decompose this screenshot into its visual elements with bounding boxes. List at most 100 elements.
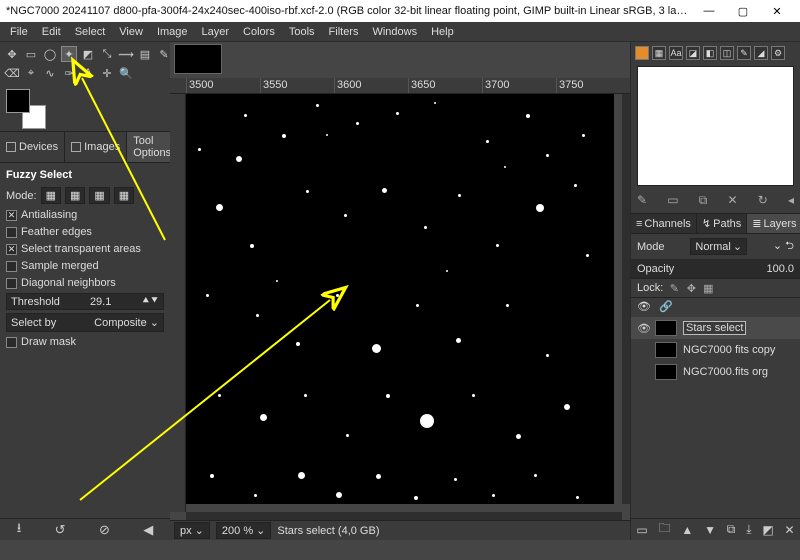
menu-layer[interactable]: Layer (196, 24, 236, 40)
warp-tool-icon[interactable]: ⟿ (118, 46, 134, 62)
menu-tools[interactable]: Tools (283, 24, 321, 40)
eraser-tool-icon[interactable]: ⌫ (4, 65, 20, 81)
dynamics-icon[interactable]: ◢ (754, 46, 768, 60)
mode-intersect-icon[interactable]: ▦ (114, 187, 134, 204)
threshold-stepper-icon[interactable]: ⯅⯆ (141, 295, 159, 308)
menu-help[interactable]: Help (425, 24, 460, 40)
fonts-icon[interactable]: Aa (669, 46, 683, 60)
clone-tool-icon[interactable]: ⌖ (23, 65, 39, 81)
duplicate-layer-icon[interactable]: ⧉ (727, 522, 736, 537)
refresh-icon[interactable]: ↻ (758, 193, 768, 208)
menu-icon[interactable]: ◂ (788, 193, 794, 208)
layer-mode-dropdown[interactable]: Normal ⌄ (690, 238, 747, 255)
lock-pixels-icon[interactable]: ✎ (668, 282, 680, 294)
tab-channels[interactable]: ≡ Channels (631, 214, 697, 233)
rect-select-tool-icon[interactable]: ▭ (23, 46, 39, 62)
transform-tool-icon[interactable]: ⤡ (99, 46, 115, 62)
fg-color-swatch[interactable] (6, 89, 30, 113)
tab-layers[interactable]: ≣ Layers (747, 214, 800, 233)
fg-bg-color-swatch[interactable] (6, 89, 46, 129)
layer-mode-switch-icon[interactable]: ⌄ ⮌ (773, 237, 794, 256)
sample-merged-checkbox[interactable] (6, 261, 17, 272)
mode-subtract-icon[interactable]: ▦ (89, 187, 109, 204)
layer-thumbnail[interactable] (655, 342, 677, 358)
select-transparent-checkbox[interactable] (6, 244, 17, 255)
close-button[interactable]: ✕ (760, 0, 794, 22)
menu-edit[interactable]: Edit (36, 24, 67, 40)
scrollbar-horizontal[interactable] (186, 512, 622, 520)
layer-thumbnail[interactable] (655, 364, 677, 380)
layer-row[interactable]: NGC7000.fits org (631, 361, 800, 383)
mask-icon[interactable]: ◩ (762, 523, 773, 537)
fuzzy-select-tool-icon[interactable]: ✦ (61, 46, 77, 62)
delete-layer-icon[interactable]: ✕ (784, 523, 794, 537)
text-tool-icon[interactable]: A (80, 65, 96, 81)
lower-layer-icon[interactable]: ▼ (704, 523, 716, 537)
navigation-preview[interactable] (637, 66, 794, 186)
tab-paths[interactable]: ↯ Paths (697, 214, 747, 233)
layer-visibility-icon[interactable]: 👁 (637, 322, 649, 335)
save-preset-icon[interactable]: ⭳ (17, 519, 22, 541)
layer-name[interactable]: NGC7000 fits copy (683, 344, 775, 356)
menu-file[interactable]: File (4, 24, 34, 40)
delete-preset-icon[interactable]: ⊘ (99, 522, 110, 538)
menu-select[interactable]: Select (69, 24, 112, 40)
diagonal-neighbors-checkbox[interactable] (6, 278, 17, 289)
patterns-icon[interactable]: ▦ (652, 46, 666, 60)
draw-mask-checkbox[interactable] (6, 337, 17, 348)
select-by-dropdown[interactable]: Select by Composite ⌄ (6, 313, 164, 332)
path-tool-icon[interactable]: ✑ (61, 65, 77, 81)
menu-view[interactable]: View (113, 24, 149, 40)
zoom-dropdown[interactable]: 200 % ⌄ (216, 522, 271, 539)
delete-icon[interactable]: ✕ (728, 193, 738, 208)
scrollbar-vertical[interactable] (622, 94, 630, 504)
ruler-horizontal[interactable]: 3500 3550 3600 3650 3700 3750 (170, 78, 630, 94)
canvas[interactable] (186, 94, 614, 504)
zoom-tool-icon[interactable]: 🔍 (118, 65, 134, 81)
menu-filters[interactable]: Filters (323, 24, 365, 40)
units-dropdown[interactable]: px ⌄ (174, 522, 210, 539)
lock-alpha-icon[interactable]: ▦ (702, 282, 714, 294)
move-tool-icon[interactable]: ✥ (4, 46, 20, 62)
threshold-slider[interactable]: Threshold 29.1 ⯅⯆ (6, 293, 164, 310)
edit-icon[interactable]: ✎ (637, 193, 647, 208)
palette-icon[interactable]: ◫ (720, 46, 734, 60)
layer-thumbnail[interactable] (655, 320, 677, 336)
tab-devices[interactable]: Devices (0, 132, 65, 162)
minimize-button[interactable]: — (692, 0, 726, 22)
antialias-checkbox[interactable] (6, 210, 17, 221)
tool-preset-icon[interactable]: ⚙ (771, 46, 785, 60)
layer-opacity-slider[interactable]: Opacity 100.0 (631, 260, 800, 279)
crop-tool-icon[interactable]: ◩ (80, 46, 96, 62)
bucket-fill-tool-icon[interactable]: ▤ (137, 46, 153, 62)
feather-checkbox[interactable] (6, 227, 17, 238)
mode-replace-icon[interactable]: ▦ (41, 187, 61, 204)
raise-layer-icon[interactable]: ▲ (681, 523, 693, 537)
duplicate-icon[interactable]: ⧉ (699, 193, 708, 208)
gradient-icon[interactable]: ◧ (703, 46, 717, 60)
restore-preset-icon[interactable]: ↺ (55, 522, 66, 538)
history-icon[interactable]: ◪ (686, 46, 700, 60)
tab-images[interactable]: Images (65, 132, 127, 162)
smudge-tool-icon[interactable]: ∿ (42, 65, 58, 81)
color-picker-tool-icon[interactable]: ✛ (99, 65, 115, 81)
brushes-icon[interactable] (635, 46, 649, 60)
layer-row[interactable]: NGC7000 fits copy (631, 339, 800, 361)
new-icon[interactable]: ▭ (667, 193, 678, 208)
menu-colors[interactable]: Colors (237, 24, 281, 40)
merge-down-icon[interactable]: ⤓ (746, 522, 751, 537)
layer-name[interactable]: Stars select (683, 321, 746, 335)
layer-group-icon[interactable]: 🗀 (659, 519, 671, 540)
brush-editor-icon[interactable]: ✎ (737, 46, 751, 60)
mode-add-icon[interactable]: ▦ (65, 187, 85, 204)
layer-row[interactable]: 👁 Stars select (631, 317, 800, 339)
menu-image[interactable]: Image (151, 24, 194, 40)
reset-preset-icon[interactable]: ◀ (143, 522, 153, 538)
layer-name[interactable]: NGC7000.fits org (683, 366, 768, 378)
lock-position-icon[interactable]: ✥ (685, 282, 697, 294)
nav-thumbnail[interactable] (174, 44, 222, 74)
menu-windows[interactable]: Windows (366, 24, 423, 40)
free-select-tool-icon[interactable]: ◯ (42, 46, 58, 62)
new-layer-icon[interactable]: ▭ (636, 523, 647, 537)
ruler-vertical[interactable] (170, 94, 186, 512)
